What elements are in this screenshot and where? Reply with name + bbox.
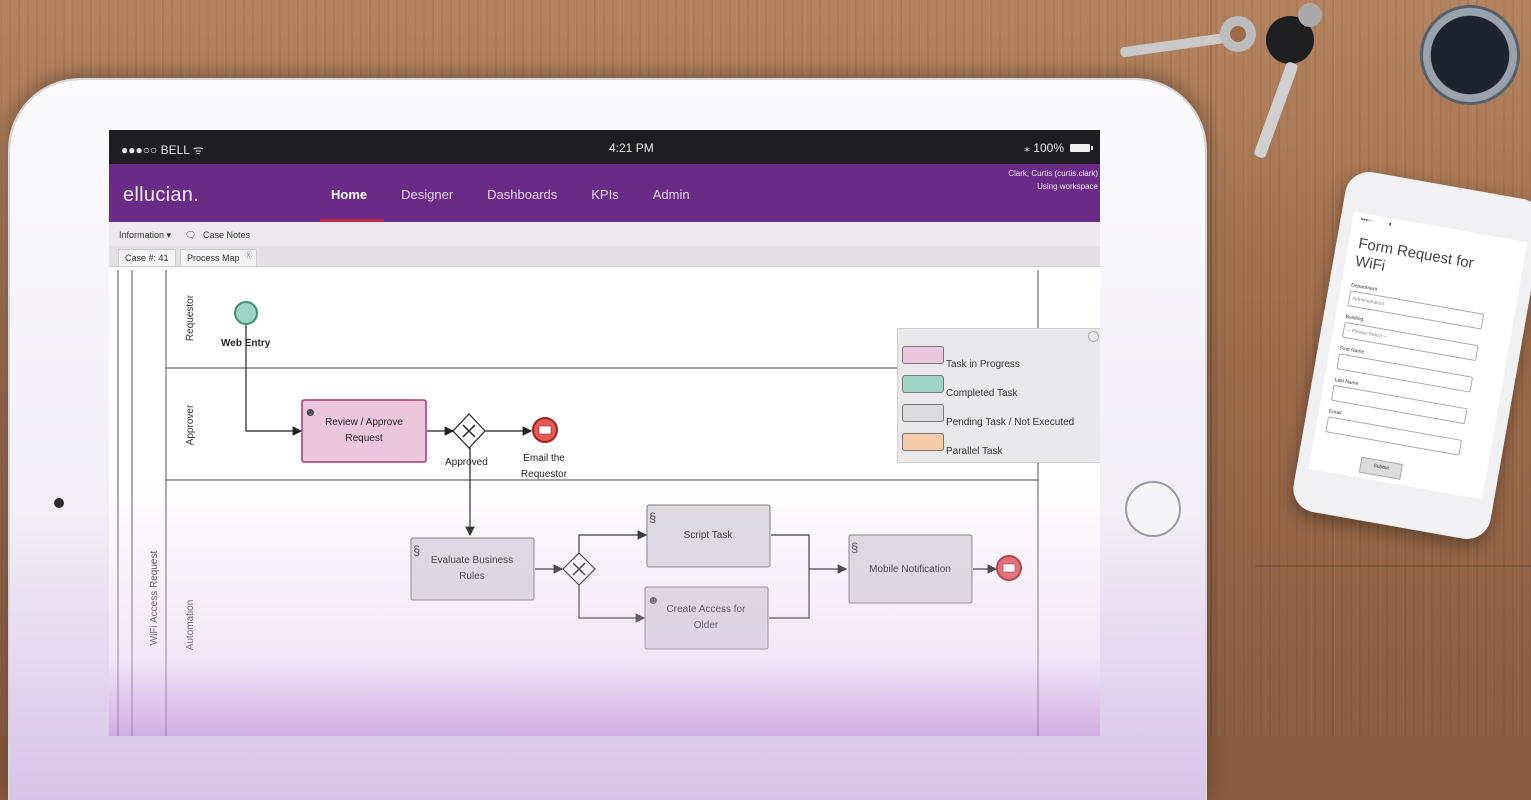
- tablet-home-button[interactable]: [1125, 481, 1181, 537]
- legend-label: Completed Task: [946, 388, 1018, 399]
- envelope-icon: [1002, 563, 1016, 573]
- legend-close-icon[interactable]: [1088, 331, 1099, 342]
- script-task-icon: §: [413, 543, 420, 558]
- task-evaluate-business-rules[interactable]: § Evaluate Business Rules: [410, 537, 535, 601]
- case-notes-icon[interactable]: 🗨: [185, 230, 196, 241]
- nav-admin[interactable]: Admin: [636, 164, 707, 222]
- legend-item: Parallel Task: [902, 433, 1003, 457]
- tab-case[interactable]: Case #: 41: [118, 249, 176, 266]
- task-review-label-1: Review / Approve: [325, 417, 403, 428]
- phone-field-label: Email: [1328, 408, 1342, 417]
- phone-email-input[interactable]: [1325, 416, 1463, 456]
- task-mobile-notification[interactable]: § Mobile Notification: [848, 534, 973, 604]
- phone-department-select[interactable]: Administration: [1347, 290, 1485, 330]
- task-create-access[interactable]: ☻ Create Access for Older: [644, 586, 769, 650]
- battery-label: ⁎ 100%: [1023, 141, 1064, 155]
- tab-process-map[interactable]: Process Map Ⓧ: [180, 249, 257, 266]
- phone-screen: ●●●○○ ▮ Form Request for WiFi Department…: [1308, 211, 1528, 500]
- task-review-approve[interactable]: ☻ Review / Approve Request: [301, 399, 427, 463]
- phone-submit-button[interactable]: Submit: [1358, 456, 1403, 480]
- legend-item: Task in Progress: [902, 346, 1020, 370]
- legend-item: Completed Task: [902, 375, 1018, 399]
- user-task-icon: ☻: [647, 593, 660, 607]
- battery-icon: [1070, 144, 1093, 152]
- task-script[interactable]: § Script Task: [646, 504, 771, 568]
- close-icon[interactable]: Ⓧ: [245, 248, 253, 264]
- phone-last-name-input[interactable]: [1330, 384, 1468, 425]
- task-create-label-1: Create Access for: [667, 604, 747, 615]
- legend-label: Task in Progress: [946, 359, 1020, 370]
- information-menu[interactable]: Information ▾: [119, 230, 171, 241]
- legend-swatch-parallel: [902, 433, 944, 451]
- task-review-label-2: Request: [345, 433, 382, 444]
- tablet-camera: [54, 498, 64, 508]
- user-name: Clark, Curtis (curtis.clark): [1008, 169, 1098, 178]
- gateway-approved-label: Approved: [445, 457, 488, 468]
- nav-dashboards[interactable]: Dashboards: [470, 164, 574, 222]
- task-evaluate-label-2: Rules: [459, 571, 485, 582]
- task-script-label: Script Task: [684, 530, 734, 541]
- workspace-label: Using workspace: [1037, 182, 1098, 191]
- gateway-split[interactable]: [562, 552, 596, 586]
- legend-swatch-pending: [902, 404, 944, 422]
- clock-label: 4:21 PM: [609, 141, 654, 155]
- email-label-1: Email the: [523, 453, 565, 464]
- case-toolbar: Information ▾ 🗨 Case Notes: [109, 222, 1100, 246]
- legend-swatch-in-progress: [902, 346, 944, 364]
- email-label-2: Requestor: [521, 469, 568, 480]
- lane-label-automation: Automation: [185, 600, 196, 651]
- user-task-icon: ☻: [304, 405, 317, 419]
- gateway-approved[interactable]: [452, 413, 486, 449]
- nav-home[interactable]: Home: [314, 164, 385, 222]
- status-bar: ●●●○○ BELL ᯤ 4:21 PM ⁎ 100%: [109, 130, 1100, 164]
- battery-indicator: ⁎ 100%: [1023, 141, 1093, 155]
- status-legend: Task in Progress Completed Task Pending …: [897, 328, 1100, 463]
- email-end-event[interactable]: [532, 417, 558, 443]
- task-create-label-2: Older: [694, 620, 719, 631]
- tab-bar: Case #: 41 Process Map Ⓧ: [109, 246, 1100, 267]
- script-task-icon: §: [851, 540, 858, 555]
- tab-process-map-label: Process Map: [187, 253, 240, 263]
- carrier-label: ●●●○○ BELL ᯤ: [121, 143, 204, 157]
- legend-item: Pending Task / Not Executed: [902, 404, 1074, 428]
- top-navbar: ellucian. Home Designer Dashboards KPIs …: [109, 164, 1100, 222]
- case-notes-link[interactable]: Case Notes: [203, 230, 250, 240]
- nav-designer[interactable]: Designer: [384, 164, 470, 222]
- watch-icon: [1420, 5, 1520, 105]
- task-evaluate-label-1: Evaluate Business: [431, 555, 513, 566]
- legend-label: Pending Task / Not Executed: [946, 417, 1075, 428]
- envelope-icon: [538, 425, 552, 435]
- brand-logo[interactable]: ellucian.: [123, 184, 199, 207]
- start-event[interactable]: [234, 301, 258, 325]
- main-nav: Home Designer Dashboards KPIs Admin: [314, 164, 707, 222]
- legend-swatch-completed: [902, 375, 944, 393]
- legend-label: Parallel Task: [946, 446, 1003, 457]
- task-mobile-label: Mobile Notification: [869, 564, 951, 575]
- pool-label: WiFi Access Request: [149, 551, 160, 646]
- end-email-event[interactable]: [996, 555, 1022, 581]
- tablet-screen: ●●●○○ BELL ᯤ 4:21 PM ⁎ 100% ellucian. Ho…: [109, 130, 1100, 736]
- script-task-icon: §: [649, 510, 656, 525]
- lane-label-requestor: Requestor: [185, 294, 196, 341]
- nav-kpis[interactable]: KPIs: [574, 164, 635, 222]
- user-info[interactable]: Clark, Curtis (curtis.clark) Using works…: [1008, 167, 1098, 193]
- lane-label-approver: Approver: [185, 404, 196, 445]
- phone-status-bar: ●●●○○ ▮: [1360, 216, 1392, 227]
